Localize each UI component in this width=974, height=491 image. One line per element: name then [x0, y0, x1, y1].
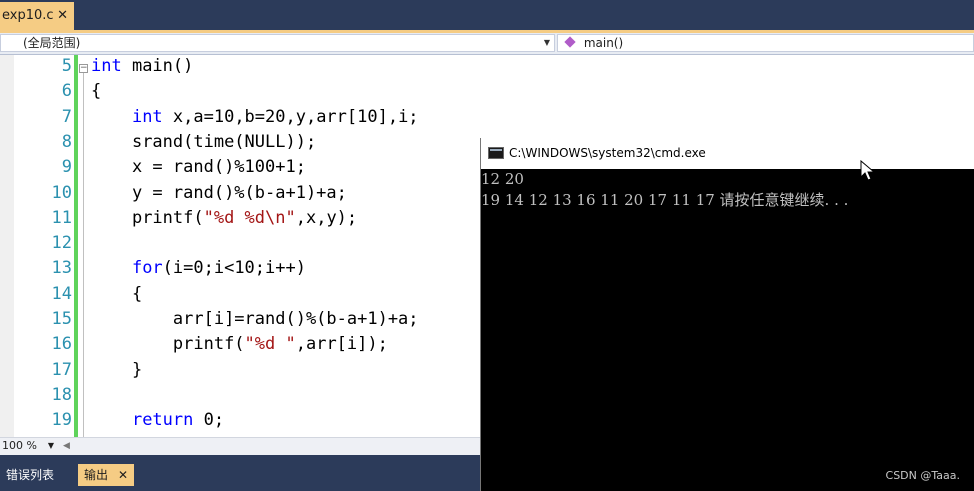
line-number: 8: [61, 131, 72, 152]
zoom-level: 100 %: [2, 439, 37, 452]
line-number: 15: [51, 309, 72, 329]
code-token: (i=0;i<10;i++): [162, 258, 306, 279]
document-tab-strip: exp10.c ✕: [0, 0, 974, 33]
console-line: 12 20: [481, 170, 524, 188]
collapse-outline-icon[interactable]: −: [79, 64, 88, 73]
console-window[interactable]: C:\WINDOWS\system32\cmd.exe 12 20 19 14 1…: [480, 138, 974, 491]
code-line[interactable]: }: [91, 360, 142, 385]
chevron-down-icon: ▼: [543, 38, 550, 47]
zoom-dropdown[interactable]: 100 % ▼: [2, 438, 56, 454]
console-title: C:\WINDOWS\system32\cmd.exe: [509, 146, 706, 160]
line-number: 6: [61, 81, 72, 102]
watermark: CSDN @Taaa.: [885, 469, 960, 482]
code-line[interactable]: int main(): [91, 56, 193, 81]
console-line: 19 14 12 13 16 11 20 17 11 17 请按任意键继续. .…: [481, 191, 849, 209]
code-line[interactable]: y = rand()%(b-a+1)+a;: [91, 183, 347, 208]
chevron-down-icon: ▼: [47, 441, 54, 450]
outline-guide: [83, 73, 84, 437]
code-token: main(): [121, 56, 194, 76]
mouse-cursor-icon: [860, 160, 876, 181]
code-token: printf(: [131, 207, 204, 228]
code-line[interactable]: printf("%d %d\n",x,y);: [91, 208, 357, 233]
line-number: 5: [61, 56, 72, 76]
code-string: "%d ": [244, 334, 296, 355]
change-tracking-bar: [74, 55, 78, 437]
code-keyword: int: [131, 106, 163, 127]
line-number: 10: [51, 182, 72, 203]
scope-value: (全局范围): [23, 36, 81, 50]
tab-filename: exp10.c: [2, 8, 54, 23]
code-token: }: [131, 359, 143, 380]
code-line[interactable]: for(i=0;i<10;i++): [91, 258, 306, 283]
console-titlebar[interactable]: C:\WINDOWS\system32\cmd.exe: [481, 138, 974, 169]
line-number: 14: [51, 283, 72, 304]
line-number: 17: [51, 359, 72, 380]
scope-dropdown[interactable]: (全局范围) ▼: [0, 34, 555, 52]
code-token: arr[i]=rand()%(b-a+1)+a;: [172, 309, 419, 329]
line-number: 11: [51, 207, 72, 228]
code-line[interactable]: srand(time(NULL));: [91, 132, 316, 157]
method-icon: [564, 36, 576, 48]
code-token: printf(: [172, 334, 245, 355]
code-token: y = rand()%(b-a+1)+a;: [131, 182, 347, 203]
code-line[interactable]: {: [91, 284, 142, 309]
code-line[interactable]: x = rand()%100+1;: [91, 157, 306, 182]
console-output: 12 20 19 14 12 13 16 11 20 17 11 17 请按任意键…: [481, 169, 974, 491]
line-number: 16: [51, 334, 72, 355]
line-number: 7: [61, 106, 72, 127]
navigation-bar: (全局范围) ▼ main(): [0, 33, 974, 55]
code-token: x,a=10,b=20,y,arr[10],i;: [162, 106, 419, 127]
code-token: x = rand()%100+1;: [131, 157, 306, 178]
code-line[interactable]: arr[i]=rand()%(b-a+1)+a;: [91, 309, 419, 334]
scroll-left-icon[interactable]: ◀: [63, 438, 70, 454]
code-line[interactable]: int x,a=10,b=20,y,arr[10],i;: [91, 107, 419, 132]
tab-error-list[interactable]: 错误列表: [0, 464, 60, 486]
code-line[interactable]: printf("%d ",arr[i]);: [91, 334, 388, 359]
code-token: 0;: [193, 410, 225, 431]
editor-status-row: 100 % ▼ ◀: [0, 437, 480, 455]
code-keyword: for: [131, 258, 163, 279]
line-number: 12: [51, 233, 72, 254]
tab-exp10-c[interactable]: exp10.c ✕: [0, 2, 74, 30]
code-token: {: [91, 81, 102, 102]
code-token: ,x,y);: [295, 207, 358, 228]
close-icon[interactable]: ✕: [57, 2, 68, 30]
cmd-icon: [488, 147, 504, 159]
line-number: 13: [51, 258, 72, 279]
code-token: srand(time(NULL));: [131, 131, 317, 152]
code-line[interactable]: return 0;: [91, 410, 224, 435]
member-value: main(): [583, 36, 624, 50]
close-icon[interactable]: ✕: [118, 464, 128, 486]
code-token: ,arr[i]);: [295, 334, 388, 355]
indicator-margin: [0, 55, 14, 437]
tab-output-label: 输出: [84, 468, 109, 482]
code-keyword: int: [91, 56, 122, 76]
code-token: {: [131, 283, 143, 304]
line-number: 9: [61, 157, 72, 178]
code-line[interactable]: {: [91, 81, 101, 106]
line-number: 19: [51, 410, 72, 431]
code-string: "%d %d\n": [203, 207, 296, 228]
tab-output[interactable]: 输出 ✕: [78, 464, 134, 486]
member-dropdown[interactable]: main(): [557, 34, 974, 52]
ide-window: exp10.c ✕ (全局范围) ▼ main() 5 6 7 8 9 10 11 12 13 1…: [0, 0, 974, 491]
code-keyword: return: [131, 410, 194, 431]
line-number: 18: [51, 384, 72, 405]
